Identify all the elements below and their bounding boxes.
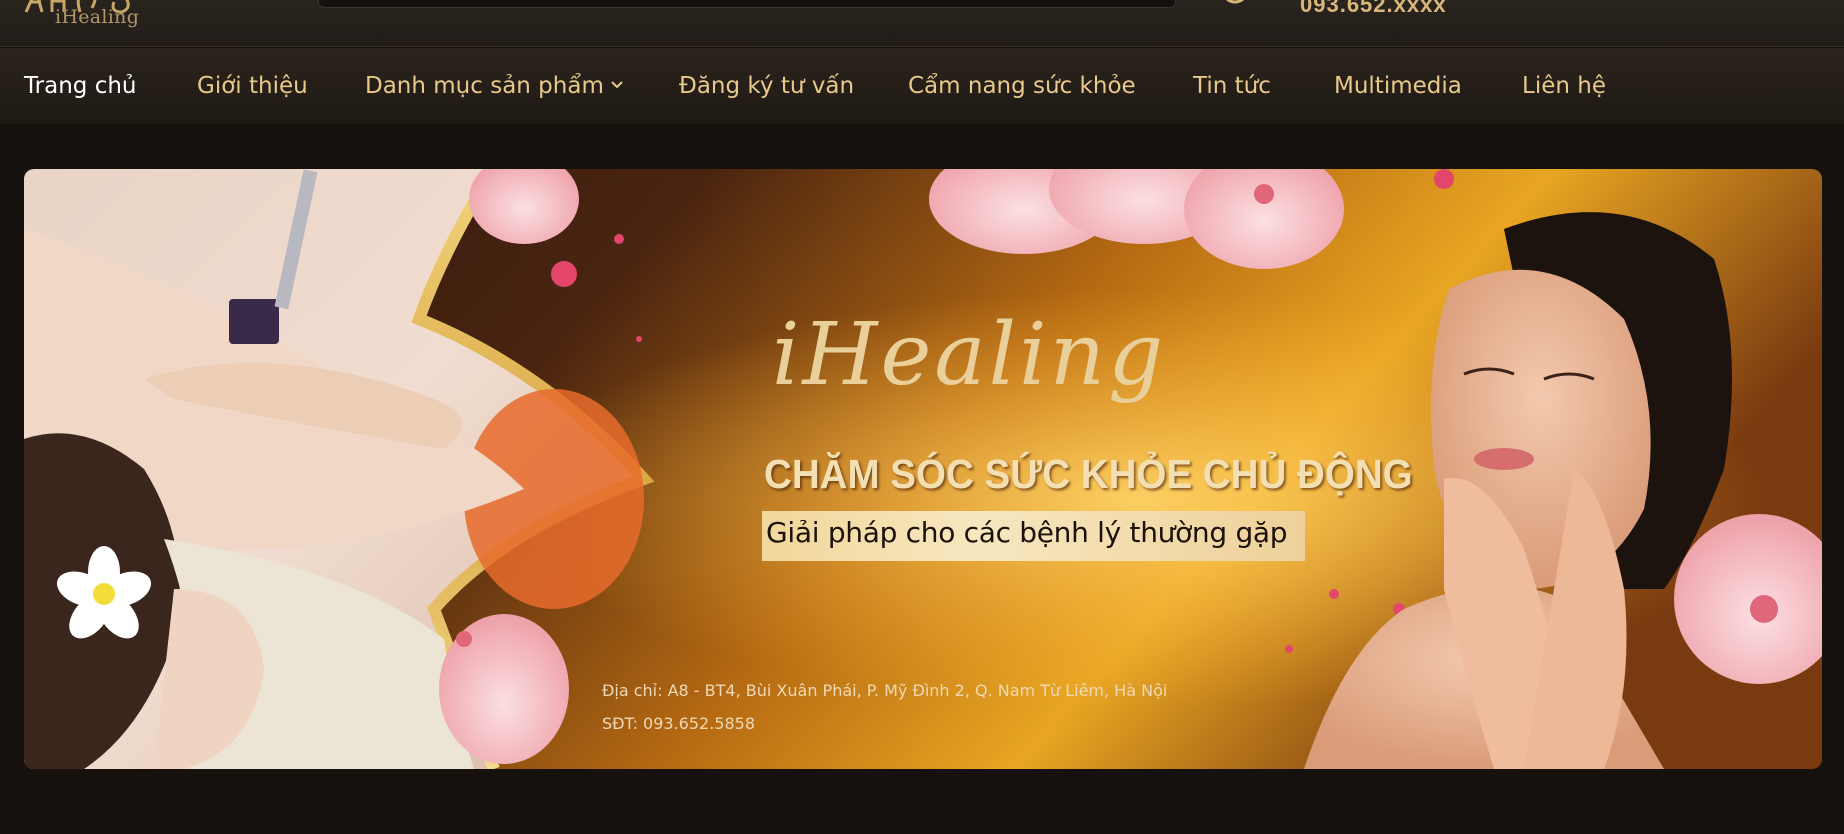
nav-item-multimedia[interactable]: Multimedia: [1334, 48, 1462, 124]
nav-item-products-label: Danh mục sản phẩm: [365, 73, 604, 99]
nav-item-home[interactable]: Trang chủ: [24, 48, 137, 124]
nav-item-products[interactable]: Danh mục sản phẩm: [365, 48, 624, 124]
nav-item-contact[interactable]: Liên hệ: [1522, 48, 1606, 124]
banner-address: Địa chỉ: A8 - BT4, Bùi Xuân Phái, P. Mỹ …: [602, 681, 1168, 700]
top-header: iHealing 093.652.xxxx: [0, 0, 1844, 47]
main-nav: Trang chủ Giới thiệu Danh mục sản phẩm Đ…: [0, 48, 1844, 124]
banner-headline: CHĂM SÓC SỨC KHỎE CHỦ ĐỘNG: [764, 451, 1413, 497]
hero-banner[interactable]: iHealing CHĂM SÓC SỨC KHỎE CHỦ ĐỘNG Giải…: [24, 169, 1822, 769]
nav-item-about[interactable]: Giới thiệu: [197, 48, 308, 124]
search-input[interactable]: [318, 0, 1176, 8]
nav-item-news[interactable]: Tin tức: [1193, 48, 1271, 124]
nav-item-health-guide[interactable]: Cẩm nang sức khỏe: [908, 48, 1136, 124]
site-logo[interactable]: iHealing: [22, 0, 172, 46]
header-phone[interactable]: 093.652.xxxx: [1300, 0, 1447, 18]
banner-brand-script: iHealing: [772, 305, 1167, 405]
banner-subheadline: Giải pháp cho các bệnh lý thường gặp: [766, 516, 1288, 549]
banner-phone: SĐT: 093.652.5858: [602, 714, 756, 733]
chevron-down-icon: [611, 80, 623, 88]
phone-icon: [1225, 0, 1245, 4]
logo-text: iHealing: [55, 6, 140, 28]
nav-item-consult[interactable]: Đăng ký tư vấn: [679, 48, 854, 124]
